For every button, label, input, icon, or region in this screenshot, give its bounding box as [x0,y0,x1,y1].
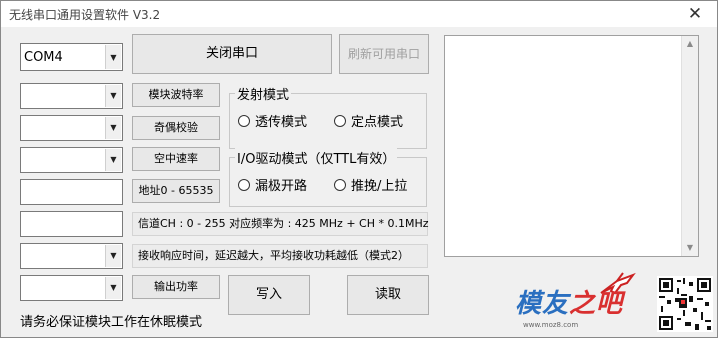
radio-icon [238,179,250,191]
parity-select[interactable]: ▼ [20,115,123,141]
wake-time-label: 接收响应时间，延迟越大，平均接收功耗越低（模式2） [132,244,428,268]
io-mode-push-pull-label: 推挽/上拉 [351,179,408,194]
port-select[interactable]: COM4 ▼ [20,43,123,71]
scroll-up-icon[interactable]: ▲ [682,36,698,52]
logo-text-b: 之吧 [569,289,624,319]
channel-label: 信道CH : 0 - 255 对应频率为 : 425 MHz + CH * 0.… [132,212,429,236]
tx-mode-title: 发射模式 [235,84,292,103]
chevron-down-icon[interactable]: ▼ [105,85,121,107]
air-rate-button[interactable]: 空中速率 [132,147,220,171]
chevron-down-icon[interactable]: ▼ [105,277,121,299]
chevron-down-icon[interactable]: ▼ [105,45,121,69]
refresh-ports-button[interactable]: 刷新可用串口 [339,34,429,74]
parity-button[interactable]: 奇偶校验 [132,116,220,140]
qr-code-icon [657,276,713,332]
port-value: COM4 [24,50,63,65]
channel-input[interactable] [20,211,123,237]
address-button[interactable]: 地址0 - 65535 [132,179,220,203]
radio-icon [238,115,250,127]
logo-url: www.moz8.com [523,321,579,329]
tx-mode-group: 发射模式 透传模式 定点模式 [229,84,427,149]
close-port-button[interactable]: 关闭串口 [132,34,332,74]
logo-text: 模友之吧 [515,283,623,320]
tx-mode-fixed-label: 定点模式 [351,115,404,130]
chevron-down-icon[interactable]: ▼ [105,245,121,267]
chevron-down-icon[interactable]: ▼ [105,149,121,171]
power-select[interactable]: ▼ [20,275,123,301]
tx-mode-transparent-label: 透传模式 [255,115,308,130]
window-title: 无线串口通用设置软件 V3.2 [9,8,161,22]
address-input[interactable] [20,179,123,205]
baud-button[interactable]: 模块波特率 [132,83,220,107]
read-button[interactable]: 读取 [347,275,429,315]
watermark-logo: 模友之吧 www.moz8.com [515,271,636,333]
tx-mode-fixed-radio[interactable]: 定点模式 [334,111,403,130]
power-button[interactable]: 输出功率 [132,275,220,299]
scroll-down-icon[interactable]: ▼ [682,240,698,256]
io-mode-open-drain-radio[interactable]: 漏极开路 [238,175,307,194]
radio-icon [334,179,346,191]
io-mode-push-pull-radio[interactable]: 推挽/上拉 [334,175,407,194]
air-rate-select[interactable]: ▼ [20,147,123,173]
app-window: 无线串口通用设置软件 V3.2 ✕ COM4 ▼ 关闭串口 刷新可用串口 ▼ 模… [0,0,718,338]
io-mode-open-drain-label: 漏极开路 [255,179,308,194]
io-mode-title: I/O驱动模式（仅TTL有效） [235,148,398,167]
wake-time-select[interactable]: ▼ [20,243,123,269]
logo-text-a: 模友 [515,289,570,319]
chevron-down-icon[interactable]: ▼ [105,117,121,139]
radio-icon [334,115,346,127]
output-list[interactable]: ▲ ▼ [444,35,699,257]
close-icon[interactable]: ✕ [681,3,709,25]
tx-mode-transparent-radio[interactable]: 透传模式 [238,111,307,130]
io-mode-group: I/O驱动模式（仅TTL有效） 漏极开路 推挽/上拉 [229,148,427,207]
scrollbar[interactable]: ▲ ▼ [681,36,698,256]
write-button[interactable]: 写入 [228,275,310,315]
title-bar: 无线串口通用设置软件 V3.2 ✕ [1,1,717,27]
baud-select[interactable]: ▼ [20,83,123,109]
status-text: 请务必保证模块工作在休眠模式 [20,315,203,330]
